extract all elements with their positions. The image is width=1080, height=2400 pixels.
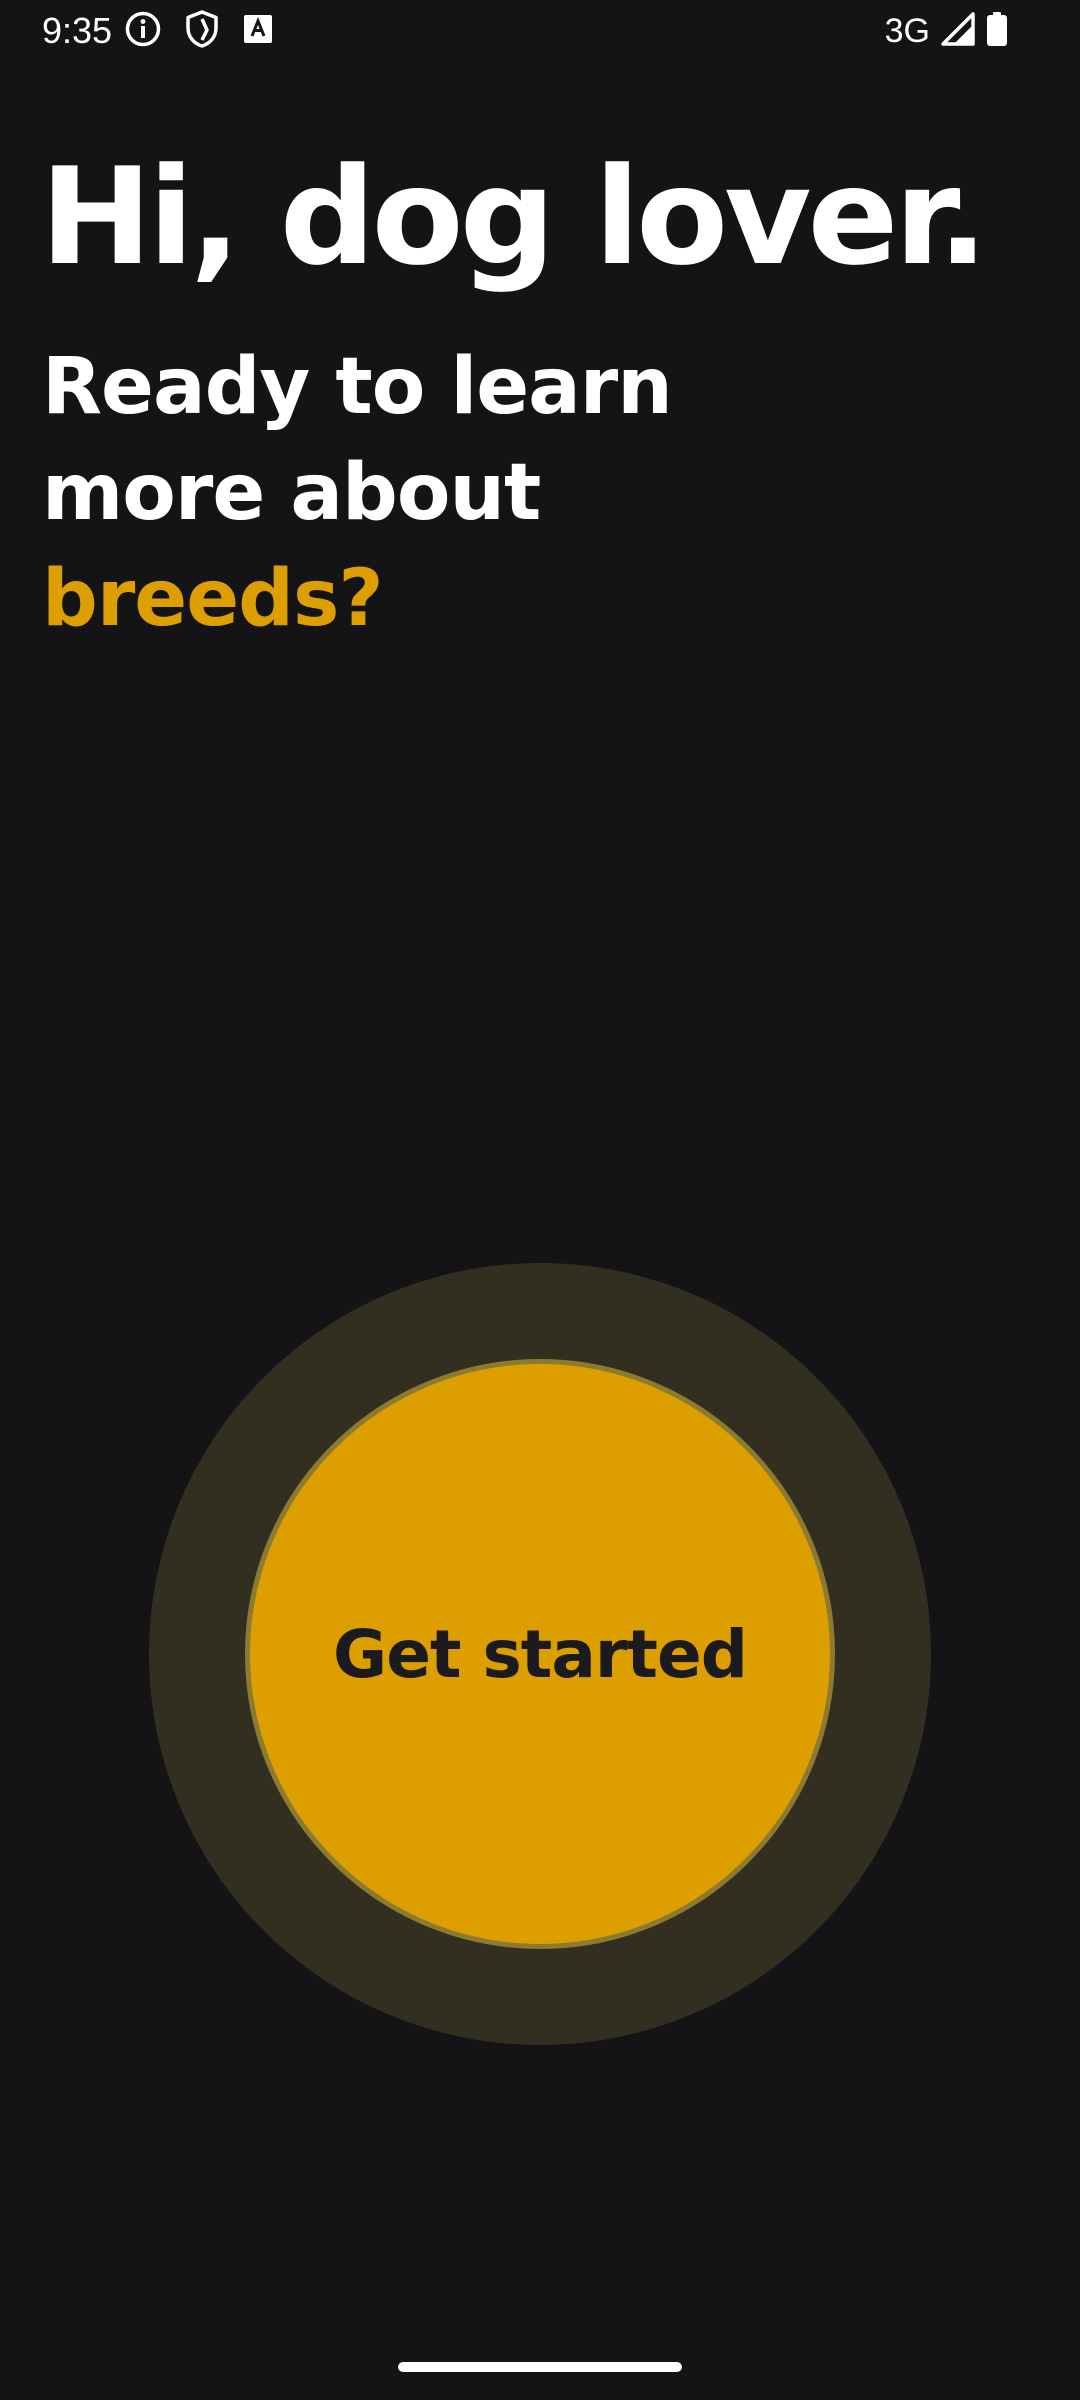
subline-line-1: Ready to learn [42, 342, 673, 432]
status-time: 9:35 [42, 10, 113, 51]
status-system-icons: 3G [885, 8, 1008, 54]
shield-icon [184, 9, 220, 53]
get-started-button[interactable]: Get started [245, 1359, 835, 1949]
greeting-headline: Hi, dog lover. [40, 139, 988, 295]
home-indicator[interactable] [398, 2362, 682, 2372]
subline-line-2: more about [42, 448, 541, 538]
battery-icon [986, 11, 1008, 51]
onboarding-screen: 9:35 3G Hi, dog lover. Ready to learn mo… [0, 0, 1080, 2400]
status-notification-icons [124, 9, 274, 53]
greeting-subline: Ready to learn more about breeds? [42, 334, 742, 652]
signal-icon [940, 11, 976, 51]
info-icon [124, 10, 162, 52]
network-type: 3G [884, 12, 930, 50]
subline-highlight: breeds? [42, 554, 384, 644]
status-bar: 9:35 3G [0, 0, 1080, 62]
get-started-label: Get started [333, 1615, 748, 1693]
font-a-icon [242, 13, 274, 49]
